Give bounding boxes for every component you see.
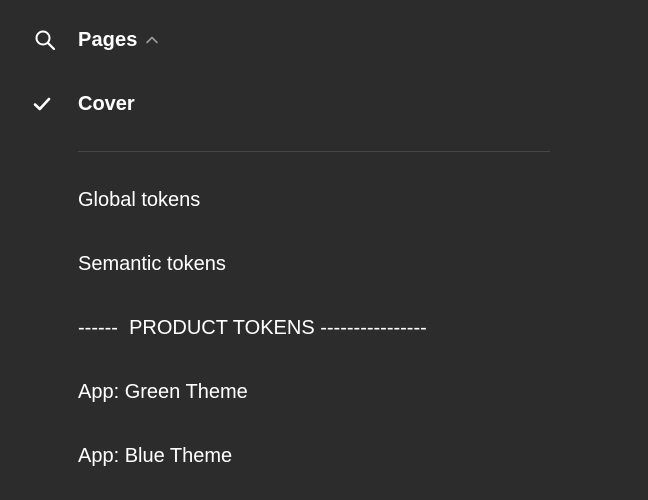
page-item-label: Cover — [78, 92, 135, 115]
page-item-label: Global tokens — [78, 188, 201, 211]
page-item-semantic-tokens[interactable]: Semantic tokens — [0, 234, 648, 294]
page-item-label: Semantic tokens — [78, 252, 226, 275]
page-item-app-green-theme[interactable]: App: Green Theme — [0, 362, 648, 422]
check-icon — [33, 97, 51, 111]
page-item-product-tokens-separator[interactable]: ------ PRODUCT TOKENS ---------------- — [0, 298, 648, 358]
page-item-global-tokens[interactable]: Global tokens — [0, 170, 648, 230]
page-item-app-blue-theme[interactable]: App: Blue Theme — [0, 426, 648, 486]
pages-header: Pages — [0, 20, 648, 60]
page-item-label: ------ PRODUCT TOKENS ---------------- — [78, 316, 427, 339]
chevron-up-icon — [146, 36, 159, 44]
page-item-cover[interactable]: Cover — [0, 74, 648, 134]
pages-collapse-toggle[interactable]: Pages — [78, 20, 159, 60]
pages-title: Pages — [78, 28, 138, 51]
search-icon[interactable] — [33, 28, 57, 52]
page-item-label: App: Green Theme — [78, 380, 248, 403]
page-list-divider — [78, 151, 550, 152]
page-item-label: App: Blue Theme — [78, 444, 233, 467]
pages-panel: Pages Cover Global tokens Semantic token… — [0, 0, 648, 500]
